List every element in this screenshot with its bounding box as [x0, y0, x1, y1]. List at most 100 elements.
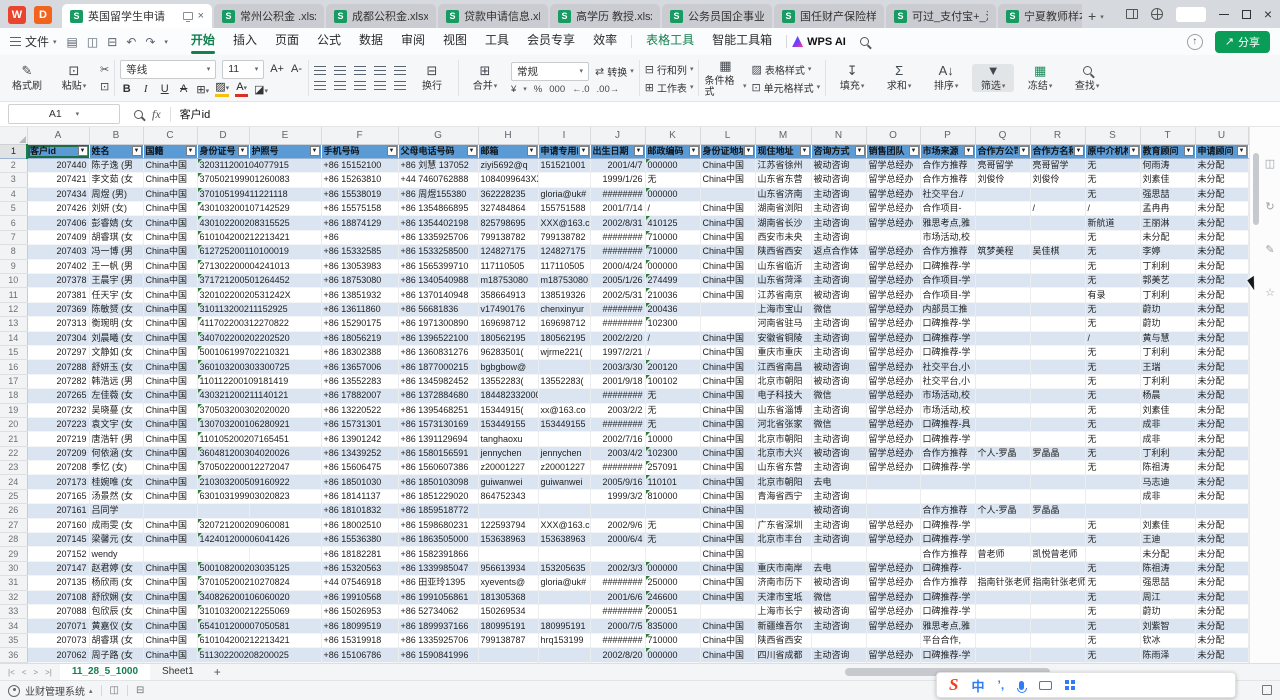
cell[interactable]: 主动咨询 — [811, 489, 866, 503]
sidebar-favorite-icon[interactable]: ☆ — [1263, 286, 1277, 299]
cell[interactable]: 主动咨询 — [811, 187, 866, 201]
cell[interactable]: 雅思考点,雅 — [920, 216, 975, 230]
cell[interactable]: 未分配 — [1195, 547, 1248, 561]
document-tab[interactable]: S成都公积金.xlsx — [326, 4, 436, 28]
filter-header-cell[interactable]: 申请专用邮▼ — [538, 144, 590, 158]
filter-dropdown-icon[interactable]: ▼ — [964, 146, 974, 156]
cell[interactable]: 200051 — [645, 605, 700, 619]
cell[interactable]: 2000/6/4 — [590, 533, 645, 547]
cell[interactable]: 天津市宝坻 — [755, 590, 811, 604]
cell[interactable]: 济南市历下 — [755, 576, 811, 590]
filter-header-cell[interactable]: 国籍▼ — [143, 144, 197, 158]
distribute-icon[interactable] — [394, 81, 406, 90]
cell[interactable]: 留学总经办 — [866, 302, 920, 316]
cell[interactable]: 留学总经办 — [866, 216, 920, 230]
cell[interactable]: China中国 — [700, 158, 755, 172]
filter-header-cell[interactable]: 身份证号▼ — [197, 144, 249, 158]
eraser-button[interactable]: ◪▾ — [254, 83, 268, 96]
cell[interactable]: 微信 — [811, 590, 866, 604]
cell[interactable]: 亮哥留学 — [1030, 158, 1085, 172]
cell[interactable]: 强思喆 — [1140, 187, 1195, 201]
cell[interactable] — [1030, 216, 1085, 230]
cell[interactable]: +86 15538019 — [321, 187, 398, 201]
cell[interactable] — [1030, 374, 1085, 388]
filter-dropdown-icon[interactable]: ▼ — [800, 146, 810, 156]
cell[interactable]: ######## — [590, 187, 645, 201]
cell[interactable]: 无 — [1085, 245, 1140, 259]
cell[interactable]: / — [645, 345, 700, 359]
cell[interactable]: 口碑推荐-学 — [920, 432, 975, 446]
filter-dropdown-icon[interactable]: ▼ — [744, 146, 754, 156]
cell[interactable]: China中国 — [700, 403, 755, 417]
cell[interactable]: xx@163.co — [538, 403, 590, 417]
cell[interactable]: China中国 — [143, 173, 197, 187]
undo-icon[interactable]: ↶ — [126, 35, 136, 49]
cell[interactable]: 370503200302020020 — [197, 403, 249, 417]
filter-header-cell[interactable]: 父母电话号码▼ — [398, 144, 478, 158]
cell[interactable]: 季忆 (女) — [89, 461, 143, 475]
cell[interactable]: 327484864 — [478, 202, 538, 216]
cell[interactable]: guiwanwei — [478, 475, 538, 489]
menu-tab-工具[interactable]: 工具 — [476, 28, 518, 55]
cell[interactable]: 未分配 — [1195, 259, 1248, 273]
cell[interactable]: 207152 — [27, 547, 89, 561]
cell[interactable]: +86 1877000215 — [398, 360, 478, 374]
row-header[interactable]: 19 — [0, 403, 27, 417]
cell[interactable]: 410125 — [645, 216, 700, 230]
cell[interactable] — [700, 187, 755, 201]
cell[interactable]: 未分配 — [1140, 230, 1195, 244]
cell[interactable]: 无 — [645, 417, 700, 431]
cell[interactable]: 2002/7/16 — [590, 432, 645, 446]
rows-columns-button[interactable]: ⊟ 行和列▾ — [645, 62, 694, 77]
row-header[interactable]: 30 — [0, 561, 27, 575]
cell[interactable]: 207409 — [27, 230, 89, 244]
cell[interactable] — [1030, 605, 1085, 619]
cell[interactable]: bgbgbow@ — [478, 360, 538, 374]
cell[interactable]: 主动咨询 — [811, 461, 866, 475]
menu-tab-视图[interactable]: 视图 — [434, 28, 476, 55]
cell[interactable] — [975, 403, 1030, 417]
cell[interactable]: 何雨涛 — [1140, 158, 1195, 172]
cell[interactable]: 无 — [1085, 605, 1140, 619]
cell[interactable]: 2001/9/18 — [590, 374, 645, 388]
cell[interactable]: 799138782 — [538, 230, 590, 244]
cell[interactable]: 口碑推荐-学 — [920, 331, 975, 345]
cell[interactable]: +86 刘慧 137052 — [398, 158, 478, 172]
cell[interactable]: 207219 — [27, 432, 89, 446]
cell[interactable]: 王一帆 (男 — [89, 259, 143, 273]
cell[interactable]: 000000 — [645, 158, 700, 172]
cell[interactable]: 未分配 — [1195, 590, 1248, 604]
cell[interactable]: China中国 — [143, 374, 197, 388]
cell[interactable]: 未分配 — [1195, 633, 1248, 647]
cell[interactable]: +86 1971300890 — [398, 317, 478, 331]
cell[interactable]: 无 — [1085, 533, 1140, 547]
cell[interactable]: 蔚玏 — [1140, 605, 1195, 619]
cell[interactable]: 指南针张老师 — [975, 576, 1030, 590]
cell[interactable]: 207073 — [27, 633, 89, 647]
cell[interactable]: 未分配 — [1195, 446, 1248, 460]
cell[interactable]: m18753080 — [478, 274, 538, 288]
cell[interactable]: +86 1372884680 — [398, 389, 478, 403]
cell[interactable]: 207381 — [27, 288, 89, 302]
sheet-tab[interactable]: Sheet1 — [150, 664, 206, 681]
cell[interactable] — [975, 374, 1030, 388]
cell[interactable] — [538, 547, 590, 561]
cell[interactable]: gloria@uk# — [538, 187, 590, 201]
cell[interactable]: China中国 — [700, 374, 755, 388]
cell[interactable]: ######## — [590, 417, 645, 431]
cell[interactable]: +86 18501030 — [321, 475, 398, 489]
keyboard-icon[interactable] — [1039, 681, 1052, 690]
cell[interactable]: China中国 — [143, 461, 197, 475]
cell[interactable]: 630103199903020823 — [197, 489, 249, 503]
font-increase-button[interactable]: A+ — [270, 63, 284, 75]
cell[interactable]: 207165 — [27, 489, 89, 503]
cell[interactable]: 无 — [1085, 417, 1140, 431]
cell[interactable]: 153638963 — [538, 533, 590, 547]
sidebar-panel-icon[interactable]: ◫ — [1263, 157, 1277, 170]
cell[interactable]: +86 1899937166 — [398, 619, 478, 633]
cell[interactable] — [538, 504, 590, 518]
cell[interactable]: 未分配 — [1195, 489, 1248, 503]
borders-button[interactable]: ⊞▾ — [196, 83, 209, 96]
cell[interactable]: 口碑推荐-学 — [920, 518, 975, 532]
cell[interactable]: 181305368 — [478, 590, 538, 604]
